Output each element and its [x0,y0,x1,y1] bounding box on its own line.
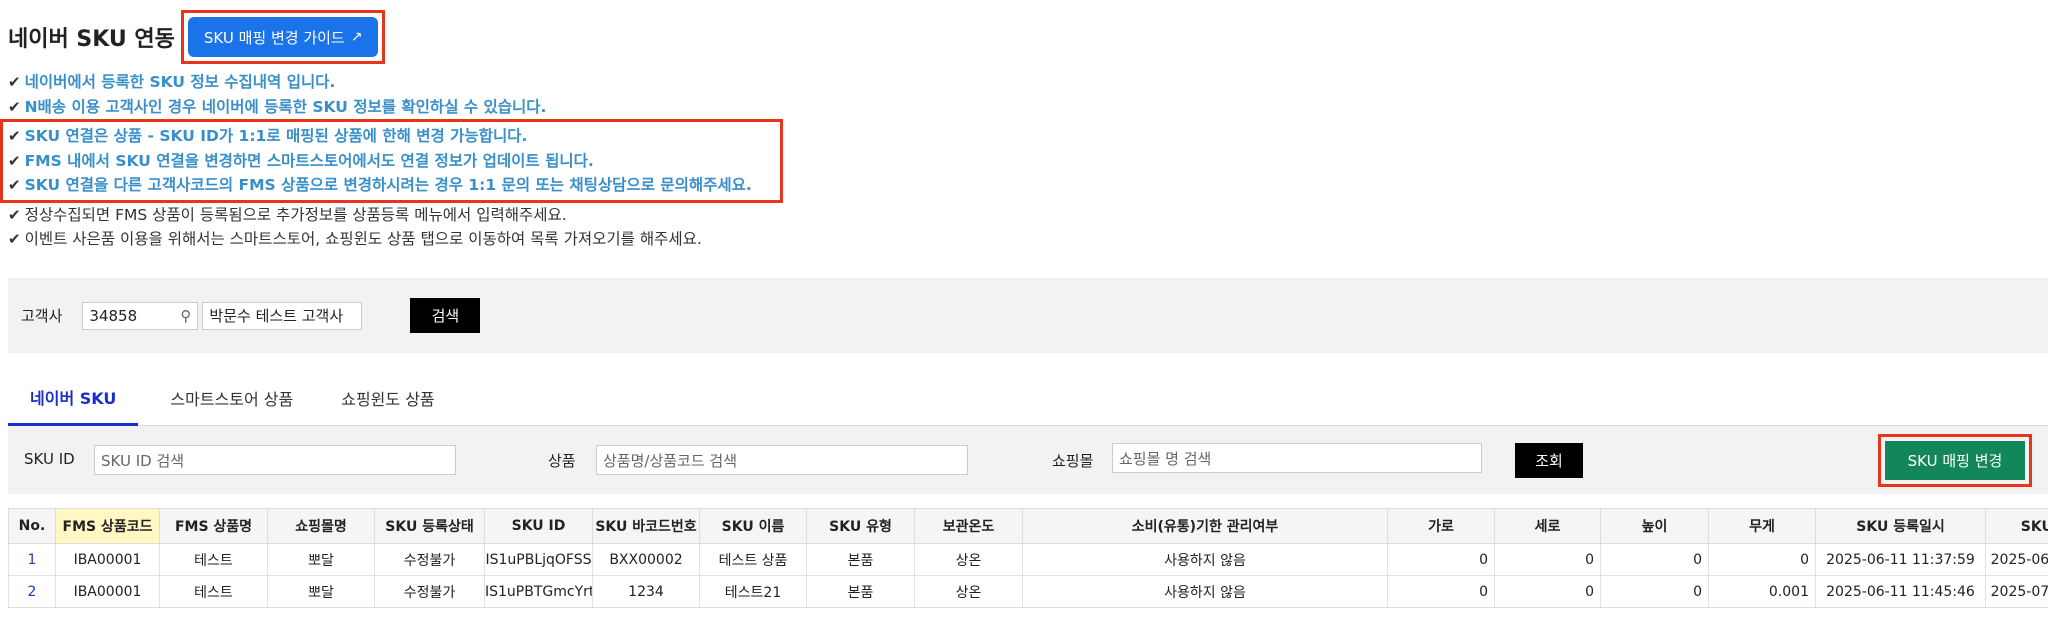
check-icon: ✔ [8,230,21,248]
cell-width: 0 [1387,543,1495,576]
mapping-highlight-box: SKU 매핑 변경 [1878,434,2032,487]
tab-naver-sku[interactable]: 네이버 SKU [8,370,139,426]
check-icon: ✔ [8,127,21,145]
cell-sku-barcode: BXX00002 [592,543,700,576]
cell-sku-barcode: 1234 [592,575,700,608]
column-header[interactable]: 가로 [1387,508,1495,544]
column-header[interactable]: 높이 [1600,508,1709,544]
product-label: 상품 [548,452,576,470]
notice-item: ✔ 이벤트 사은품 이용을 위해서는 스마트스토어, 쇼핑윈도 상품 탭으로 이동… [8,227,783,252]
column-header[interactable]: 보관온도 [914,508,1023,544]
check-icon: ✔ [8,73,21,91]
column-header[interactable]: SKU ID [484,508,593,544]
cell-weight: 0.001 [1708,575,1816,608]
check-icon: ✔ [8,151,21,170]
cell-sku-status: 수정불가 [374,575,485,608]
cell-registered-at: 2025-06-11 11:45:46 [1815,575,1986,608]
cell-sku-id: IS1uPBTGmcYrt [484,575,593,608]
notice-highlight-box: ✔ SKU 연결은 상품 - SKU ID가 1:1로 매핑된 상품에 한해 변경… [0,119,783,203]
column-header[interactable]: FMS 상품명 [159,508,268,544]
column-header[interactable]: 세로 [1494,508,1601,544]
guide-button-label: SKU 매핑 변경 가이드 [203,28,345,47]
column-header[interactable]: SKU 이름 [699,508,807,544]
column-header[interactable]: No. [8,508,56,544]
cell-height: 0 [1600,543,1709,576]
column-header[interactable]: FMS 상품코드 [55,508,160,544]
column-header[interactable]: SKU 등록일시 [1815,508,1986,544]
table-row[interactable]: 1 IBA00001 테스트 뽀달 수정불가 IS1uPBLjqOFSS BXX… [8,543,2048,576]
filter-bar: SKU ID SKU ID 검색 상품 상품명/상품코드 검색 쇼핑몰 쇼핑몰 … [8,426,2048,494]
column-header[interactable]: SKU 수정일시 [1985,508,2048,544]
notice-item: ✔ SKU 연결은 상품 - SKU ID가 1:1로 매핑된 상품에 한해 변경… [8,124,770,149]
cell-length: 0 [1494,543,1601,576]
row-number[interactable]: 2 [8,575,56,608]
notice-item: ✔ SKU 연결을 다른 고객사코드의 FMS 상품으로 변경하시려는 경우 1:… [8,173,770,198]
row-number[interactable]: 1 [8,543,56,576]
notice-list: ✔ 네이버에서 등록한 SKU 정보 수집내역 입니다. ✔ N배송 이용 고객사인… [0,70,783,252]
column-header[interactable]: 소비(유통)기한 관리여부 [1022,508,1388,544]
mall-search-input[interactable]: 쇼핑몰 명 검색 [1112,443,1482,473]
cell-sku-id: IS1uPBLjqOFSS [484,543,593,576]
cell-expiry-management: 사용하지 않음 [1022,543,1388,576]
cell-fms-code: IBA00001 [55,543,160,576]
cell-mall-name: 뽀달 [267,543,375,576]
check-icon: ✔ [8,205,21,224]
column-header[interactable]: 쇼핑몰명 [267,508,375,544]
cell-fms-code: IBA00001 [55,575,160,608]
cell-height: 0 [1600,575,1709,608]
cell-registered-at: 2025-06-11 11:37:59 [1815,543,1986,576]
notice-item: ✔ N배송 이용 고객사인 경우 네이버에 등록한 SKU 정보를 확인하실 수 … [8,95,783,120]
sku-mapping-guide-button[interactable]: SKU 매핑 변경 가이드 ↗ [187,17,379,57]
mall-label: 쇼핑몰 [1052,452,1094,470]
cell-modified-at: 2025-06-11 11:37:59 [1985,543,2048,576]
tab-smartstore-products[interactable]: 스마트스토어 상품 [148,370,315,426]
sku-id-label: SKU ID [24,450,75,468]
guide-highlight-box: SKU 매핑 변경 가이드 ↗ [180,10,386,64]
cell-sku-type: 본품 [806,575,915,608]
cell-fms-name: 테스트 [159,575,268,608]
tab-shopping-window-products[interactable]: 쇼핑윈도 상품 [319,370,456,426]
column-header[interactable]: SKU 유형 [806,508,915,544]
customer-name-field: 박문수 테스트 고객사 [202,301,363,330]
cell-sku-name: 테스트21 [699,575,807,608]
customer-code-input[interactable]: 34858 ⚲ [82,301,199,330]
cell-mall-name: 뽀달 [267,575,375,608]
cell-weight: 0 [1708,543,1816,576]
customer-code-value: 34858 [89,306,138,325]
arrow-up-right-icon: ↗ [350,29,363,45]
cell-sku-status: 수정불가 [374,543,485,576]
check-icon: ✔ [8,97,21,116]
cell-fms-name: 테스트 [159,543,268,576]
page-title: 네이버 SKU 연동 [8,27,175,52]
column-header[interactable]: SKU 등록상태 [374,508,485,544]
cell-sku-type: 본품 [806,543,915,576]
product-search-input[interactable]: 상품명/상품코드 검색 [596,445,968,475]
sku-id-input[interactable]: SKU ID 검색 [94,445,456,475]
customer-label: 고객사 [21,307,63,325]
check-icon: ✔ [8,176,21,194]
tab-bar: 네이버 SKU 스마트스토어 상품 쇼핑윈도 상품 [8,370,2048,426]
search-icon[interactable]: ⚲ [180,307,191,325]
customer-search-panel: 고객사 34858 ⚲ 박문수 테스트 고객사 검색 [8,278,2048,353]
cell-storage-temp: 상온 [914,543,1023,576]
cell-modified-at: 2025-07-08 22:36:02 [1985,575,2048,608]
search-button[interactable]: 검색 [410,298,481,333]
notice-item: ✔ 정상수집되면 FMS 상품이 등록됨으로 추가정보를 상품등록 메뉴에서 입력… [8,203,783,228]
table-header-row: No. FMS 상품코드 FMS 상품명 쇼핑몰명 SKU 등록상태 SKU I… [8,508,2048,544]
sku-table: No. FMS 상품코드 FMS 상품명 쇼핑몰명 SKU 등록상태 SKU I… [8,508,2048,608]
notice-item: ✔ FMS 내에서 SKU 연결을 변경하면 스마트스토어에서도 연결 정보가 업… [8,149,770,174]
notice-item: ✔ 네이버에서 등록한 SKU 정보 수집내역 입니다. [8,70,783,95]
column-header[interactable]: SKU 바코드번호 [592,508,700,544]
query-button[interactable]: 조회 [1515,443,1583,478]
table-row[interactable]: 2 IBA00001 테스트 뽀달 수정불가 IS1uPBTGmcYrt 123… [8,575,2048,608]
column-header[interactable]: 무게 [1708,508,1816,544]
sku-mapping-change-button[interactable]: SKU 매핑 변경 [1885,441,2025,480]
cell-expiry-management: 사용하지 않음 [1022,575,1388,608]
cell-storage-temp: 상온 [914,575,1023,608]
title-row: 네이버 SKU 연동 SKU 매핑 변경 가이드 ↗ [8,10,386,64]
cell-width: 0 [1387,575,1495,608]
cell-sku-name: 테스트 상품 [699,543,807,576]
cell-length: 0 [1494,575,1601,608]
